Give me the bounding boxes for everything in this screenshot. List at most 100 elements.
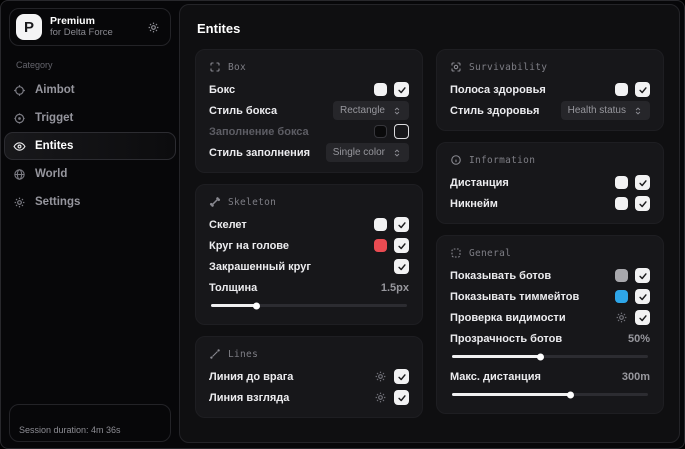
sidebar-nav: Aimbot Trigget Entites World Settings: [4, 76, 176, 216]
chevrons-up-down-icon: [392, 148, 402, 158]
color-swatch[interactable]: [615, 197, 628, 210]
setting-row-head-circle: Круг на голове: [209, 235, 409, 256]
gear-icon[interactable]: [147, 21, 160, 34]
sidebar-item-label: Settings: [35, 196, 81, 208]
setting-row-show-bots: Показывать ботов: [450, 265, 650, 286]
color-swatch[interactable]: [615, 83, 628, 96]
card-information: Information Дистанция Никнейм: [436, 142, 664, 224]
setting-row-box-fill: Заполнение бокса: [209, 121, 409, 142]
logo-text: Premium for Delta Force: [50, 15, 139, 39]
color-swatch[interactable]: [374, 218, 387, 231]
sidebar: P Premium for Delta Force Category Aimbo…: [1, 1, 179, 448]
checkbox-checked[interactable]: [635, 268, 650, 283]
card-general-header: General: [450, 247, 650, 259]
checkbox-checked[interactable]: [635, 82, 650, 97]
card-general: General Показывать ботов Показывать тимм…: [436, 235, 664, 414]
color-swatch[interactable]: [374, 125, 387, 138]
checkbox-checked[interactable]: [394, 369, 409, 384]
line-icon: [209, 348, 221, 360]
slider-thumb[interactable]: [253, 302, 261, 309]
bot-transparency-slider[interactable]: [452, 353, 648, 360]
setting-row-fill-style: Стиль заполнения Single color: [209, 142, 409, 163]
session-duration: Session duration: 4m 36s: [9, 404, 171, 442]
gear-icon[interactable]: [374, 391, 387, 404]
checkbox-unchecked[interactable]: [394, 124, 409, 139]
sidebar-item-aimbot[interactable]: Aimbot: [4, 76, 176, 104]
setting-row-health-style: Стиль здоровья Health status: [450, 100, 650, 121]
color-swatch[interactable]: [615, 290, 628, 303]
setting-row-filled-circle: Закрашенный круг: [209, 256, 409, 277]
slider-thumb[interactable]: [537, 353, 545, 360]
sidebar-item-trigget[interactable]: Trigget: [4, 104, 176, 132]
sidebar-item-label: Entites: [35, 140, 74, 152]
target-icon: [13, 112, 26, 125]
app-logo: P: [16, 14, 42, 40]
card-header-label: Skeleton: [228, 196, 277, 208]
setting-row-skeleton: Скелет: [209, 214, 409, 235]
setting-row-health-bar: Полоса здоровья: [450, 79, 650, 100]
session-duration-text: Session duration: 4m 36s: [19, 425, 121, 435]
checkbox-checked[interactable]: [394, 259, 409, 274]
right-column: Survivability Полоса здоровья Стиль здор…: [436, 49, 664, 418]
sidebar-item-entites[interactable]: Entites: [4, 132, 176, 160]
setting-row-visibility-check: Проверка видимости: [450, 307, 650, 328]
color-swatch[interactable]: [615, 269, 628, 282]
setting-row-nickname: Никнейм: [450, 193, 650, 214]
gear-icon: [13, 196, 26, 209]
checkbox-checked[interactable]: [394, 82, 409, 97]
checkbox-checked[interactable]: [394, 217, 409, 232]
gear-icon[interactable]: [374, 370, 387, 383]
eye-icon: [13, 140, 26, 153]
checkbox-checked[interactable]: [635, 289, 650, 304]
card-lines-header: Lines: [209, 348, 409, 360]
dropdown-value: Health status: [567, 105, 626, 116]
dropdown-fill-style[interactable]: Single color: [325, 143, 409, 162]
color-swatch[interactable]: [374, 83, 387, 96]
setting-row-line-to-enemy: Линия до врага: [209, 366, 409, 387]
checkbox-checked[interactable]: [394, 390, 409, 405]
dropdown-box-style[interactable]: Rectangle: [332, 101, 409, 120]
sidebar-item-label: Trigget: [35, 112, 74, 124]
main-panel: Entites Box Бокс Стиль бокса Rectangle З…: [179, 4, 680, 443]
setting-row-show-teammates: Показывать тиммейтов: [450, 286, 650, 307]
card-header-label: Survivability: [469, 61, 548, 73]
setting-row-bot-transparency: Прозрачность ботов 50%: [450, 332, 650, 345]
card-survivability: Survivability Полоса здоровья Стиль здор…: [436, 49, 664, 131]
color-swatch[interactable]: [374, 239, 387, 252]
chevrons-up-down-icon: [633, 106, 643, 116]
scan-eye-icon: [450, 61, 462, 73]
card-header-label: Box: [228, 61, 247, 73]
sidebar-item-label: Aimbot: [35, 84, 75, 96]
slider-value: 300m: [621, 370, 650, 383]
crosshair-icon: [13, 84, 26, 97]
color-swatch[interactable]: [615, 176, 628, 189]
dropdown-value: Rectangle: [339, 105, 385, 116]
checkbox-checked[interactable]: [635, 175, 650, 190]
setting-row-distance: Дистанция: [450, 172, 650, 193]
dropdown-health-style[interactable]: Health status: [560, 101, 650, 120]
checkbox-checked[interactable]: [635, 310, 650, 325]
max-distance-slider[interactable]: [452, 391, 648, 398]
card-lines: Lines Линия до врага Линия взгляда: [195, 336, 423, 418]
sidebar-item-settings[interactable]: Settings: [4, 188, 176, 216]
card-box-header: Box: [209, 61, 409, 73]
chevrons-up-down-icon: [392, 106, 402, 116]
slider-value: 50%: [627, 332, 650, 345]
setting-row-view-line: Линия взгляда: [209, 387, 409, 408]
thickness-slider[interactable]: [211, 302, 407, 309]
logo-card: P Premium for Delta Force: [9, 8, 171, 46]
card-skeleton: Skeleton Скелет Круг на голове Закрашенн…: [195, 184, 423, 325]
card-header-label: Information: [469, 154, 536, 166]
card-header-label: General: [469, 247, 512, 259]
checkbox-checked[interactable]: [635, 196, 650, 211]
sidebar-item-world[interactable]: World: [4, 160, 176, 188]
gear-icon[interactable]: [615, 311, 628, 324]
card-box: Box Бокс Стиль бокса Rectangle Заполнени…: [195, 49, 423, 173]
slider-value: 1.5px: [380, 281, 409, 294]
setting-row-box-style: Стиль бокса Rectangle: [209, 100, 409, 121]
globe-icon: [13, 168, 26, 181]
setting-row-max-distance: Макс. дистанция 300m: [450, 370, 650, 383]
app-subtitle: for Delta Force: [50, 27, 113, 39]
checkbox-checked[interactable]: [394, 238, 409, 253]
slider-thumb[interactable]: [566, 391, 574, 398]
